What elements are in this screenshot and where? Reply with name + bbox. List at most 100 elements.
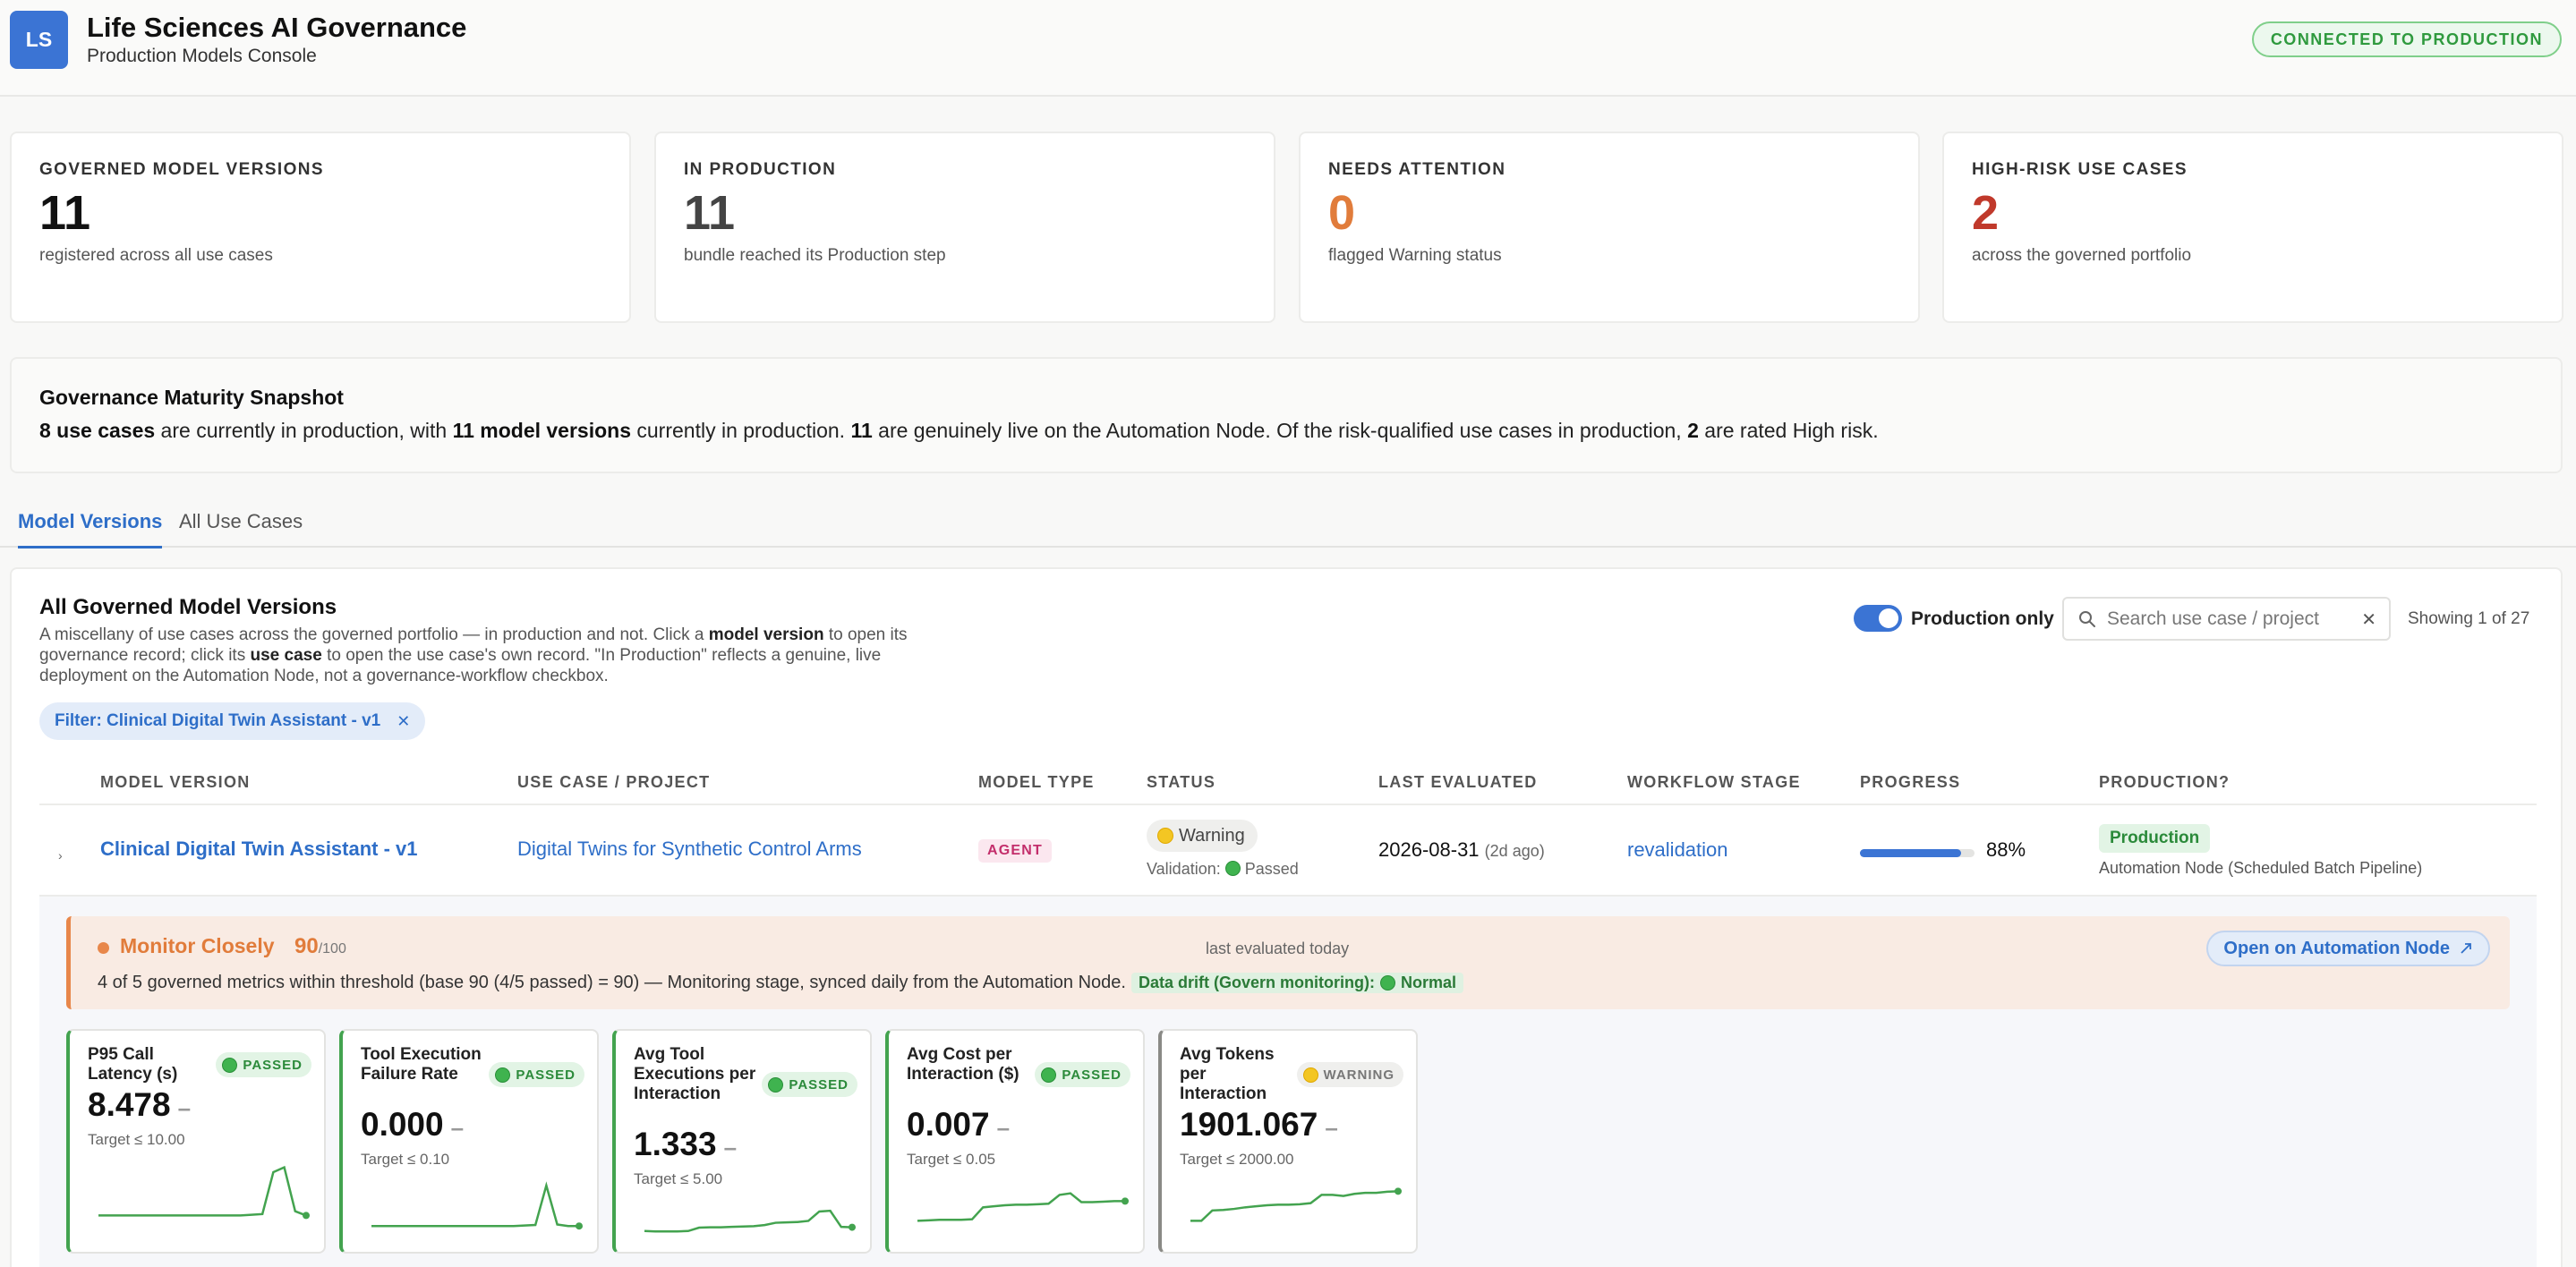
- trend-flat-icon: –: [1325, 1114, 1338, 1141]
- metric-status-badge: WARNING: [1296, 1062, 1403, 1087]
- metric-value-number: 0.000: [361, 1106, 444, 1143]
- drift-value: Normal: [1400, 974, 1456, 991]
- column-header-last-evaluated[interactable]: LAST EVALUATED: [1378, 773, 1538, 792]
- progress-bar: [1860, 849, 1975, 857]
- close-icon[interactable]: ✕: [2361, 608, 2376, 631]
- metric-value-number: 1.333: [634, 1126, 717, 1162]
- stat-label: GOVERNED MODEL VERSIONS: [39, 160, 324, 179]
- stat-description: registered across all use cases: [39, 246, 273, 265]
- status-badge: Warning: [1147, 820, 1258, 852]
- progress-percent: 88%: [1986, 838, 2026, 861]
- metric-value: 0.000–: [361, 1106, 464, 1144]
- metric-title: Avg Cost per Interaction ($): [907, 1045, 1019, 1084]
- last-evaluated-date: 2026-08-31: [1378, 838, 1480, 861]
- search-box: ✕: [2062, 597, 2391, 641]
- table-divider: [39, 804, 2537, 805]
- snapshot-text: are genuinely live on the Automation Nod…: [872, 419, 1688, 442]
- stat-card-high-risk: HIGH-RISK USE CASES 2 across the governe…: [1942, 132, 2563, 323]
- metric-target: Target ≤ 0.05: [907, 1151, 996, 1168]
- passed-dot-icon: [768, 1076, 784, 1093]
- snapshot-high-count: 2: [1687, 419, 1699, 442]
- search-icon: [2079, 611, 2095, 627]
- toggle-knob: [1879, 608, 1898, 628]
- metric-value-number: 1901.067: [1180, 1106, 1318, 1143]
- metric-card-avg-cost[interactable]: Avg Cost per Interaction ($) PASSED 0.00…: [885, 1029, 1145, 1254]
- trend-flat-icon: –: [723, 1134, 738, 1161]
- metric-card-tool-failure-rate[interactable]: Tool Execution Failure Rate PASSED 0.000…: [339, 1029, 599, 1254]
- stat-description: across the governed portfolio: [1972, 246, 2192, 265]
- metric-sparkline: [644, 1209, 856, 1233]
- stat-value: 11: [39, 186, 91, 240]
- active-filter-chip[interactable]: Filter: Clinical Digital Twin Assistant …: [39, 702, 426, 740]
- snapshot-summary: 8 use cases are currently in production,…: [39, 419, 1879, 443]
- metric-status: PASSED: [1062, 1067, 1122, 1083]
- metric-sparkline: [98, 1165, 310, 1220]
- results-count: Showing 1 of 27: [2408, 609, 2530, 628]
- metric-status-badge: PASSED: [489, 1062, 584, 1087]
- search-input[interactable]: [2107, 607, 2349, 632]
- monitor-summary: 4 of 5 governed metrics within threshold…: [98, 973, 1463, 993]
- column-header-progress[interactable]: PROGRESS: [1860, 773, 1960, 792]
- metric-card-avg-tokens[interactable]: Avg Tokens per Interaction WARNING 1901.…: [1158, 1029, 1418, 1254]
- health-score: 90/100: [294, 934, 346, 959]
- metric-target: Target ≤ 2000.00: [1180, 1151, 1294, 1168]
- warning-dot-icon: [1157, 828, 1173, 844]
- snapshot-text: are currently in production, with: [155, 419, 453, 442]
- production-only-toggle[interactable]: [1854, 605, 1902, 632]
- metric-title: Avg Tool Executions per Interaction: [634, 1045, 756, 1103]
- validation-label: Validation:: [1147, 860, 1221, 878]
- metric-status: PASSED: [516, 1067, 576, 1083]
- metric-status-badge: PASSED: [762, 1072, 857, 1097]
- column-header-production[interactable]: PRODUCTION?: [2099, 773, 2230, 792]
- production-badge: Production: [2099, 824, 2211, 853]
- passed-dot-icon: [1041, 1067, 1057, 1083]
- stat-card-governed: GOVERNED MODEL VERSIONS 11 registered ac…: [10, 132, 631, 323]
- workflow-stage-link[interactable]: revalidation: [1627, 838, 1728, 862]
- close-icon[interactable]: ✕: [397, 712, 410, 731]
- metric-target: Target ≤ 0.10: [361, 1151, 450, 1168]
- open-automation-node-button[interactable]: Open on Automation Node: [2206, 931, 2490, 966]
- trend-flat-icon: –: [996, 1114, 1011, 1141]
- metric-target: Target ≤ 10.00: [88, 1131, 185, 1148]
- health-score-value: 90: [294, 934, 319, 958]
- column-header-use-case[interactable]: USE CASE / PROJECT: [517, 773, 710, 792]
- validation-status: Validation: Passed: [1147, 860, 1299, 879]
- stat-value: 2: [1972, 186, 2000, 240]
- column-header-status[interactable]: STATUS: [1147, 773, 1215, 792]
- sparkline-last-point: [849, 1223, 856, 1231]
- metric-sparkline: [371, 1181, 583, 1230]
- metric-title: Tool Execution Failure Rate: [361, 1045, 482, 1084]
- drift-label: Data drift (Govern monitoring):: [1138, 974, 1375, 991]
- panel-description: A miscellany of use cases across the gov…: [39, 625, 961, 686]
- model-type-badge: AGENT: [978, 839, 1052, 863]
- model-version-link[interactable]: Clinical Digital Twin Assistant - v1: [100, 838, 418, 861]
- stat-card-in-production: IN PRODUCTION 11 bundle reached its Prod…: [654, 132, 1275, 323]
- model-versions-panel: All Governed Model Versions A miscellany…: [10, 567, 2563, 1267]
- stat-card-needs-attention: NEEDS ATTENTION 0 flagged Warning status: [1299, 132, 1920, 323]
- status-dot-icon: [98, 942, 109, 954]
- metric-status-badge: PASSED: [1035, 1062, 1130, 1087]
- progress-bar-fill: [1860, 849, 1961, 857]
- tab-model-versions[interactable]: Model Versions: [18, 510, 163, 548]
- sparkline-last-point: [576, 1222, 583, 1230]
- metric-target: Target ≤ 5.00: [634, 1170, 723, 1187]
- metric-value: 1.333–: [634, 1126, 737, 1163]
- passed-dot-icon: [1224, 861, 1241, 876]
- warning-dot-icon: [1302, 1067, 1318, 1083]
- metric-title: P95 Call Latency (s): [88, 1045, 178, 1084]
- metric-status: PASSED: [243, 1057, 303, 1073]
- metric-card-tool-executions[interactable]: Avg Tool Executions per Interaction PASS…: [612, 1029, 872, 1254]
- metric-status-badge: PASSED: [216, 1052, 311, 1077]
- snapshot-title: Governance Maturity Snapshot: [39, 386, 344, 409]
- column-header-model-type[interactable]: MODEL TYPE: [978, 773, 1095, 792]
- stat-description: flagged Warning status: [1328, 246, 1502, 265]
- column-header-workflow-stage[interactable]: WORKFLOW STAGE: [1627, 773, 1801, 792]
- normal-dot-icon: [1379, 975, 1395, 991]
- use-case-link[interactable]: Digital Twins for Synthetic Control Arms: [517, 838, 862, 861]
- metric-card-p95-latency[interactable]: P95 Call Latency (s) PASSED 8.478– Targe…: [66, 1029, 326, 1254]
- tab-all-use-cases[interactable]: All Use Cases: [179, 510, 303, 546]
- chevron-right-icon[interactable]: ›: [58, 848, 63, 863]
- tab-bar: Model Versions All Use Cases: [0, 501, 2576, 548]
- sparkline-line: [98, 1165, 307, 1217]
- column-header-model-version[interactable]: MODEL VERSION: [100, 773, 251, 792]
